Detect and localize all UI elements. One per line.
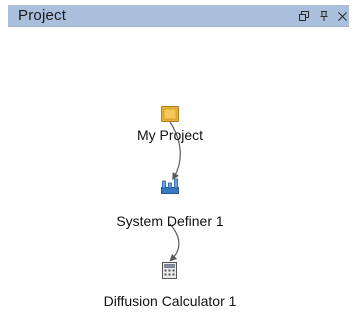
pin-icon[interactable]	[316, 8, 332, 24]
node-label-diffusion-calculator[interactable]: Diffusion Calculator 1	[104, 293, 237, 309]
folder-icon[interactable]	[161, 105, 179, 127]
panel-title: Project	[18, 7, 67, 24]
system-definer-icon[interactable]	[161, 178, 179, 199]
panel-titlebar[interactable]: Project	[8, 5, 349, 27]
graph-edges	[169, 121, 181, 262]
node-label-my-project[interactable]: My Project	[137, 127, 203, 143]
project-panel: Project My Project System Definer 1 Diff…	[0, 0, 357, 335]
edge-definer-to-calculator	[169, 223, 180, 262]
close-icon[interactable]	[334, 8, 350, 24]
node-label-system-definer[interactable]: System Definer 1	[116, 213, 223, 229]
project-graph-canvas: My Project System Definer 1 Diffusion Ca…	[8, 27, 349, 327]
restore-icon[interactable]	[296, 8, 312, 24]
calculator-icon[interactable]	[162, 262, 177, 284]
